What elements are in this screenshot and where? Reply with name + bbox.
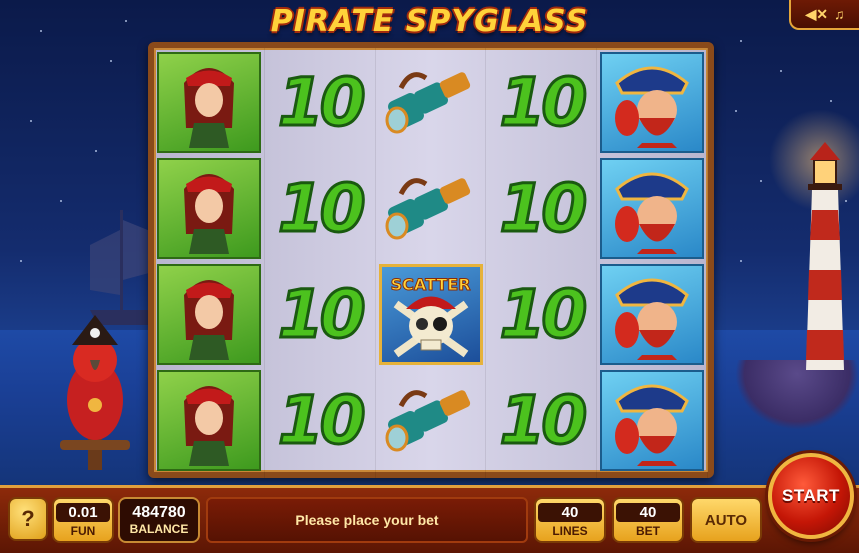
lines-button[interactable]: 40 LINES xyxy=(534,497,606,543)
symbol-scatter: SCATTER xyxy=(378,264,483,365)
symbol-captain xyxy=(600,370,705,471)
help-button[interactable]: ? xyxy=(8,497,48,541)
sound-panel: ◀✕ ♫ xyxy=(789,0,859,30)
symbol-captain xyxy=(600,158,705,259)
symbol-spyglass xyxy=(379,52,483,153)
start-label: START xyxy=(768,453,854,539)
parrot-mascot xyxy=(60,315,130,470)
bet-caption: BET xyxy=(636,523,660,538)
speaker-mute-icon[interactable]: ◀✕ xyxy=(806,6,829,23)
symbol-captain xyxy=(600,52,705,153)
balance-value: 484780 xyxy=(132,504,186,521)
reel-4: 10 10 10 10 xyxy=(486,48,598,478)
symbol-captain xyxy=(600,264,705,365)
symbol-ten: 10 xyxy=(276,275,367,355)
pirate-captain-icon xyxy=(615,172,690,254)
pirate-captain-icon xyxy=(615,384,690,466)
denomination-caption: FUN xyxy=(70,523,96,538)
reel-2: 10 10 10 10 xyxy=(265,48,376,478)
symbol-lady xyxy=(157,264,261,365)
reels-area: 10 10 10 10 SCATTER 10 10 10 10 xyxy=(154,48,708,478)
lady-pirate-icon xyxy=(184,67,234,148)
symbol-lady xyxy=(157,370,261,471)
symbol-spyglass xyxy=(379,370,483,471)
symbol-lady xyxy=(157,52,261,153)
status-message: Please place your bet xyxy=(206,497,528,543)
lady-pirate-icon xyxy=(184,385,234,466)
symbol-ten: 10 xyxy=(498,169,589,249)
pirate-captain-icon xyxy=(615,278,690,360)
skull-crossbones-icon xyxy=(393,296,468,357)
reel-1 xyxy=(154,48,265,478)
scatter-label: SCATTER xyxy=(390,275,471,295)
balance-caption: BALANCE xyxy=(129,522,189,536)
bet-value: 40 xyxy=(616,502,680,522)
music-note-icon[interactable]: ♫ xyxy=(834,6,845,22)
spyglass-icon xyxy=(385,71,470,133)
symbol-ten: 10 xyxy=(498,63,589,143)
symbol-ten: 10 xyxy=(276,381,367,461)
denomination-value: 0.01 xyxy=(56,502,110,522)
lighthouse xyxy=(806,142,844,370)
symbol-spyglass xyxy=(379,158,483,259)
lines-caption: LINES xyxy=(552,523,588,538)
lines-value: 40 xyxy=(538,502,602,522)
denomination-button[interactable]: 0.01 FUN xyxy=(52,497,114,543)
reel-3: SCATTER xyxy=(376,48,487,478)
start-button[interactable]: START xyxy=(766,444,856,548)
game-title: PIRATE SPYGLASS xyxy=(270,4,589,39)
reel-5 xyxy=(597,48,708,478)
spyglass-icon xyxy=(385,177,470,239)
symbol-ten: 10 xyxy=(498,275,589,355)
spyglass-icon xyxy=(385,389,470,451)
lady-pirate-icon xyxy=(184,279,234,360)
lady-pirate-icon xyxy=(184,173,234,254)
balance-display: 484780 BALANCE xyxy=(118,497,200,543)
auto-button[interactable]: AUTO xyxy=(690,497,762,543)
symbol-ten: 10 xyxy=(276,169,367,249)
bet-button[interactable]: 40 BET xyxy=(612,497,684,543)
symbol-ten: 10 xyxy=(498,381,589,461)
pirate-captain-icon xyxy=(615,66,690,148)
symbol-ten: 10 xyxy=(276,63,367,143)
symbol-lady xyxy=(157,158,261,259)
